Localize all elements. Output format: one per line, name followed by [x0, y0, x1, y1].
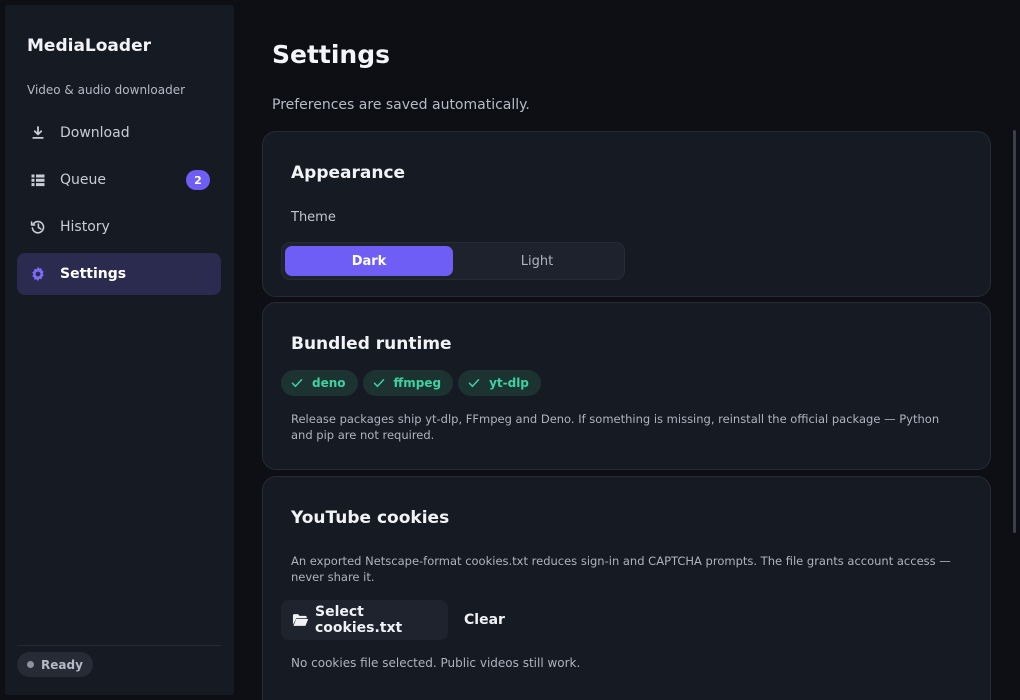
card-title: Bundled runtime [291, 334, 452, 354]
gear-icon [30, 266, 46, 282]
clear-cookies-button[interactable]: Clear [456, 600, 513, 640]
check-icon [373, 379, 384, 388]
sidebar-item-queue[interactable]: Queue 2 [17, 159, 221, 201]
app-tagline: Video & audio downloader [27, 83, 186, 97]
chip-label: yt-dlp [489, 376, 529, 390]
status-text: Ready [41, 657, 83, 672]
check-icon [291, 379, 303, 388]
sidebar-item-settings[interactable]: Settings [17, 253, 221, 295]
runtime-chip-ffmpeg: ffmpeg [362, 370, 454, 396]
sidebar-divider [17, 645, 221, 646]
sidebar-nav: Download Queue 2 History Settings [17, 112, 221, 300]
sidebar-item-download[interactable]: Download [17, 112, 221, 154]
select-cookies-button[interactable]: Select cookies.txt [281, 600, 448, 640]
cookies-status: No cookies file selected. Public videos … [291, 656, 581, 670]
select-cookies-label: Select cookies.txt [314, 604, 403, 636]
scrollbar[interactable] [1013, 130, 1016, 533]
runtime-chips: deno ffmpeg yt-dlp [281, 370, 546, 396]
history-icon [30, 219, 46, 235]
runtime-chip-yt-dlp: yt-dlp [458, 370, 541, 396]
queue-count-badge: 2 [186, 170, 210, 190]
runtime-card: Bundled runtime deno ffmpeg yt-dlp Relea… [262, 302, 991, 470]
status-badge: Ready [17, 652, 93, 677]
chip-label: ffmpeg [393, 376, 442, 390]
theme-toggle: Dark Light [281, 242, 625, 280]
sidebar-item-label: Queue [60, 172, 106, 188]
theme-dark-button[interactable]: Dark [285, 246, 453, 276]
sidebar-item-history[interactable]: History [17, 206, 221, 248]
sidebar: MediaLoader Video & audio downloader Dow… [5, 5, 234, 695]
page-title: Settings [272, 40, 391, 69]
theme-label: Theme [291, 210, 336, 225]
main-content: Settings Preferences are saved automatic… [234, 0, 1020, 700]
folder-open-icon [292, 614, 309, 626]
appearance-card: Appearance Theme Dark Light [262, 131, 991, 297]
status-dot-icon [27, 661, 34, 668]
sidebar-item-label: Settings [60, 266, 127, 282]
runtime-chip-deno: deno [281, 370, 358, 396]
app-name: MediaLoader [27, 36, 151, 56]
check-icon [468, 379, 480, 388]
cookies-card: YouTube cookies An exported Netscape-for… [262, 476, 991, 700]
cookies-description: An exported Netscape-format cookies.txt … [291, 554, 951, 584]
sidebar-item-label: Download [60, 125, 130, 141]
card-title: YouTube cookies [291, 508, 450, 528]
theme-light-button[interactable]: Light [453, 246, 621, 276]
card-title: Appearance [291, 163, 406, 183]
chip-label: deno [312, 376, 346, 390]
page-subtitle: Preferences are saved automatically. [272, 97, 530, 113]
list-icon [30, 172, 46, 188]
download-icon [30, 125, 46, 141]
runtime-description: Release packages ship yt-dlp, FFmpeg and… [291, 412, 940, 442]
sidebar-item-label: History [60, 219, 110, 235]
